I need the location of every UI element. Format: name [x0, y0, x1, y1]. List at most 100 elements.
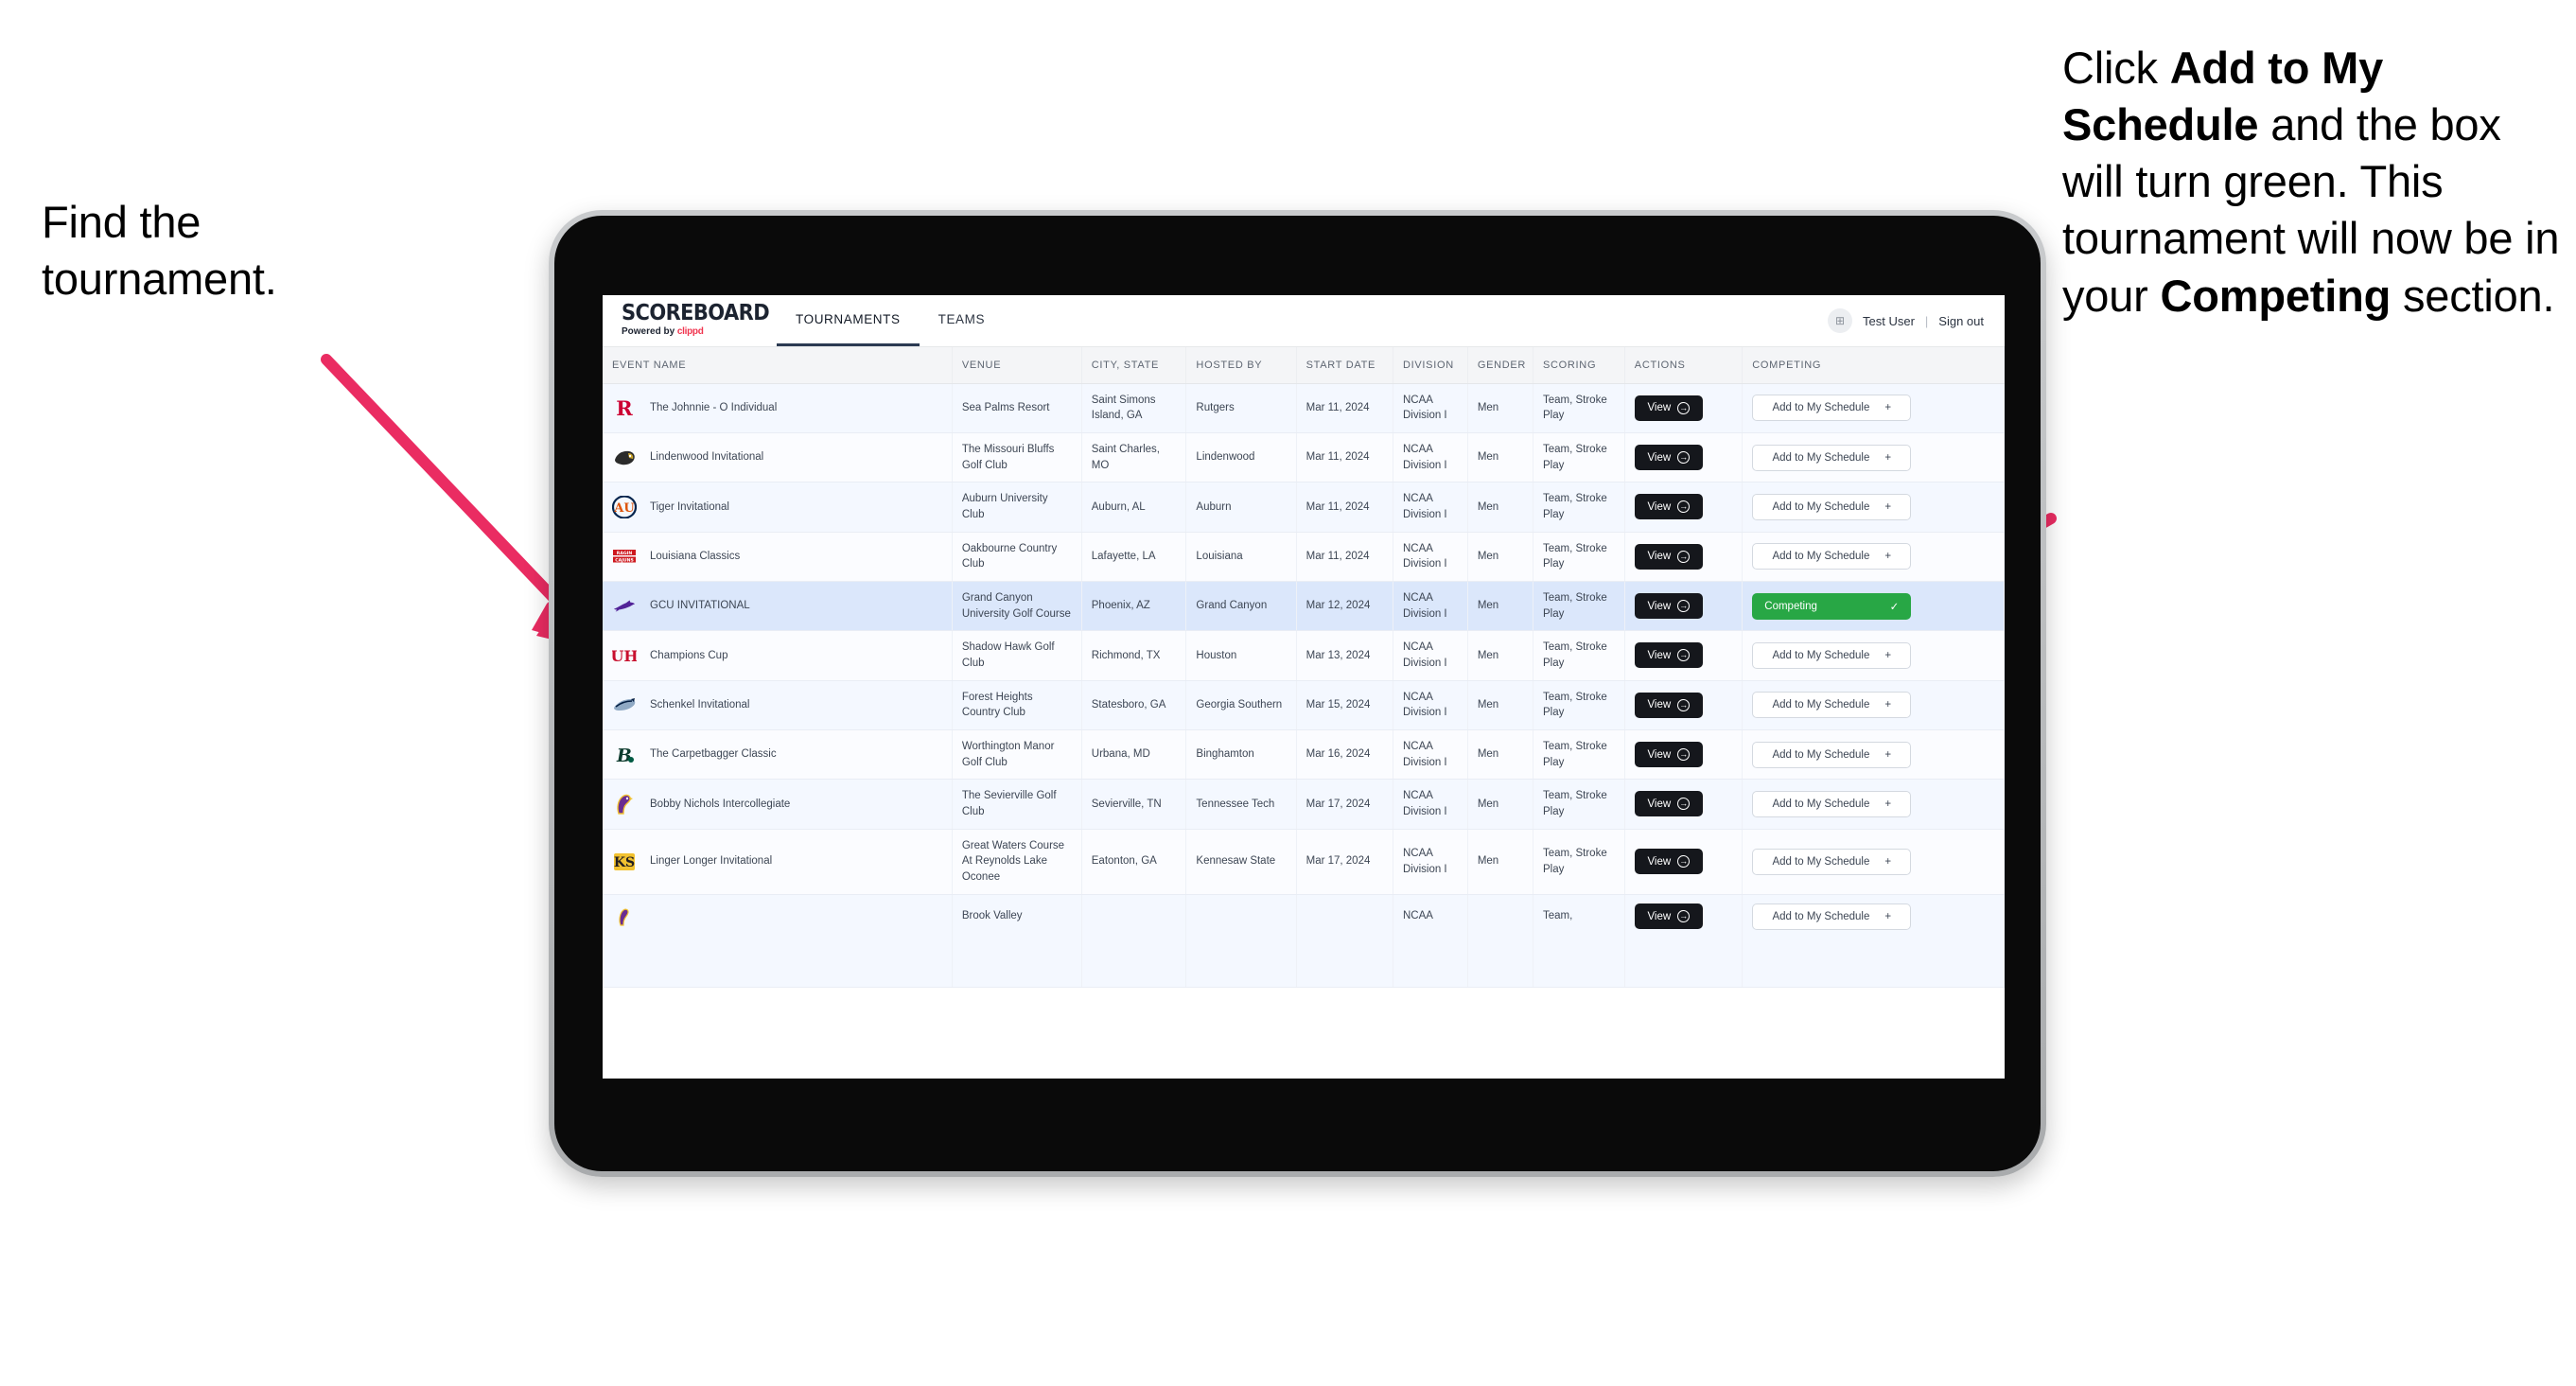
cell-venue: The Missouri Bluffs Golf Club — [952, 432, 1082, 483]
view-button[interactable]: View → — [1634, 543, 1703, 570]
event-name-label[interactable]: Bobby Nichols Intercollegiate — [650, 797, 790, 813]
cell-division: NCAA Division I — [1393, 729, 1468, 781]
tournaments-table-container[interactable]: EVENT NAME VENUE CITY, STATE HOSTED BY S… — [603, 347, 2005, 1079]
cell-event-name: KS Linger Longer Invitational — [603, 829, 953, 895]
competing-label: Competing — [1764, 600, 1817, 612]
column-header-division[interactable]: DIVISION — [1393, 347, 1468, 384]
cell-division: NCAA Division I — [1393, 680, 1468, 730]
brand-logo[interactable]: SCOREBOARD Powered by clippd — [603, 295, 770, 346]
table-row[interactable]: RAGIN CAJUNS Louisiana Classics Oakbourne C… — [603, 532, 2005, 582]
cell-competing: Add to My Schedule + — [1742, 630, 2005, 681]
view-button[interactable]: View → — [1634, 742, 1703, 768]
column-header-hosted-by[interactable]: HOSTED BY — [1185, 347, 1297, 384]
louisiana-ragin-cajuns-logo: RAGIN CAJUNS — [612, 544, 637, 569]
event-name-label[interactable]: Tiger Invitational — [650, 500, 729, 516]
add-to-my-schedule-label: Add to My Schedule — [1772, 500, 1870, 513]
cell-venue: Great Waters Course At Reynolds Lake Oco… — [952, 829, 1082, 895]
user-menu: ⊞ Test User | Sign out — [1828, 295, 2005, 346]
add-to-my-schedule-button[interactable]: Add to My Schedule + — [1752, 903, 1912, 930]
table-row[interactable]: AU Tiger Invitational Auburn University Cl… — [603, 482, 2005, 533]
column-header-city-state[interactable]: CITY, STATE — [1081, 347, 1187, 384]
cell-start-date: Mar 16, 2024 — [1296, 729, 1393, 781]
view-button[interactable]: View → — [1634, 692, 1703, 718]
view-button[interactable]: View → — [1634, 395, 1703, 421]
cell-city-state: Sevierville, TN — [1081, 779, 1187, 830]
tab-tournaments[interactable]: TOURNAMENTS — [777, 295, 920, 346]
user-name: Test User — [1863, 313, 1915, 328]
cell-actions: View → — [1624, 532, 1744, 582]
cell-venue: Shadow Hawk Golf Club — [952, 630, 1082, 681]
cell-hosted-by: Kennesaw State — [1185, 829, 1297, 895]
view-button[interactable]: View → — [1634, 849, 1703, 875]
add-to-my-schedule-button[interactable]: Add to My Schedule + — [1752, 444, 1912, 471]
competing-button[interactable]: Competing ✓ — [1752, 592, 1912, 620]
event-name-label[interactable]: GCU INVITATIONAL — [650, 598, 750, 614]
add-to-my-schedule-button[interactable]: Add to My Schedule + — [1752, 395, 1912, 422]
nav-tabs: TOURNAMENTS TEAMS — [777, 295, 1004, 346]
table-row[interactable]: Lindenwood Invitational The Missouri Bluf… — [603, 432, 2005, 483]
add-to-my-schedule-button[interactable]: Add to My Schedule + — [1752, 493, 1912, 520]
view-button[interactable]: View → — [1634, 904, 1703, 930]
column-header-venue[interactable]: VENUE — [952, 347, 1082, 384]
cell-actions: View → — [1624, 482, 1744, 533]
table-row[interactable]: B The Carpetbagger Classic Worthington Man… — [603, 729, 2005, 781]
table-row[interactable]: GCU INVITATIONAL Grand Canyon University … — [603, 581, 2005, 632]
event-name-label[interactable]: The Johnnie - O Individual — [650, 400, 777, 416]
sign-out-link[interactable]: Sign out — [1938, 314, 1984, 328]
cell-event-name: Bobby Nichols Intercollegiate — [603, 779, 953, 830]
app-screen: SCOREBOARD Powered by clippd TOURNAMENTS… — [603, 295, 2005, 1079]
add-to-my-schedule-button[interactable]: Add to My Schedule + — [1752, 741, 1912, 768]
tab-teams[interactable]: TEAMS — [920, 295, 1005, 346]
view-button[interactable]: View → — [1634, 494, 1703, 520]
cell-actions: View → — [1624, 383, 1744, 433]
table-row[interactable]: R The Johnnie - O Individual Sea Palms Res… — [603, 383, 2005, 433]
column-header-event-name[interactable]: EVENT NAME — [603, 347, 953, 384]
event-name-label[interactable]: Louisiana Classics — [650, 549, 740, 565]
column-header-start-date[interactable]: START DATE — [1296, 347, 1393, 384]
avatar[interactable]: ⊞ — [1828, 308, 1852, 333]
column-header-actions: ACTIONS — [1624, 347, 1744, 384]
event-name-label[interactable]: The Carpetbagger Classic — [650, 746, 777, 763]
cell-hosted-by — [1185, 894, 1297, 988]
table-row[interactable]: Bobby Nichols Intercollegiate The Sevierv… — [603, 779, 2005, 830]
add-to-my-schedule-button[interactable]: Add to My Schedule + — [1752, 848, 1912, 875]
binghamton-b-logo: B — [612, 743, 637, 767]
add-to-my-schedule-button[interactable]: Add to My Schedule + — [1752, 692, 1912, 719]
cell-actions: View → — [1624, 729, 1744, 781]
view-button[interactable]: View → — [1634, 791, 1703, 817]
column-header-gender[interactable]: GENDER — [1467, 347, 1533, 384]
tutorial-screenshot: Find the tournament. Click Add to My Sch… — [0, 0, 2576, 1386]
cell-hosted-by: Louisiana — [1185, 532, 1297, 582]
cell-event-name: GCU INVITATIONAL — [603, 581, 953, 632]
view-button[interactable]: View → — [1634, 445, 1703, 471]
table-row[interactable]: Schenkel Invitational Forest Heights Coun… — [603, 680, 2005, 730]
column-header-scoring[interactable]: SCORING — [1533, 347, 1625, 384]
table-row[interactable]: KS Linger Longer Invitational Great Waters… — [603, 829, 2005, 895]
add-to-my-schedule-button[interactable]: Add to My Schedule + — [1752, 790, 1912, 817]
cell-division: NCAA Division I — [1393, 581, 1468, 632]
tablet-device-frame: SCOREBOARD Powered by clippd TOURNAMENTS… — [549, 210, 2046, 1177]
cell-division: NCAA — [1393, 894, 1468, 988]
add-to-my-schedule-button[interactable]: Add to My Schedule + — [1752, 543, 1912, 570]
brand-subtitle: Powered by clippd — [622, 326, 754, 337]
cell-division: NCAA Division I — [1393, 829, 1468, 895]
view-button[interactable]: View → — [1634, 593, 1703, 620]
add-to-my-schedule-button[interactable]: Add to My Schedule + — [1752, 641, 1912, 669]
cell-city-state: Auburn, AL — [1081, 482, 1187, 533]
cell-hosted-by: Rutgers — [1185, 383, 1297, 433]
view-label: View — [1647, 748, 1672, 761]
cell-venue: Sea Palms Resort — [952, 383, 1082, 433]
view-button[interactable]: View → — [1634, 642, 1703, 669]
event-name-label[interactable]: Linger Longer Invitational — [650, 853, 772, 869]
table-row[interactable]: UH Champions Cup Shadow Hawk Golf Club Rich… — [603, 630, 2005, 681]
event-name-label[interactable]: Champions Cup — [650, 648, 727, 664]
cell-city-state: Urbana, MD — [1081, 729, 1187, 781]
cell-city-state: Richmond, TX — [1081, 630, 1187, 681]
cell-venue: Oakbourne Country Club — [952, 532, 1082, 582]
cell-competing: Add to My Schedule + — [1742, 532, 2005, 582]
event-name-label[interactable]: Schenkel Invitational — [650, 697, 749, 713]
cell-division: NCAA Division I — [1393, 383, 1468, 433]
event-name-label[interactable]: Lindenwood Invitational — [650, 449, 763, 465]
arrow-right-circle-icon: → — [1677, 401, 1691, 414]
table-row[interactable]: Brook Valley NCAA Team, View → Add to My Sche… — [603, 894, 2005, 988]
